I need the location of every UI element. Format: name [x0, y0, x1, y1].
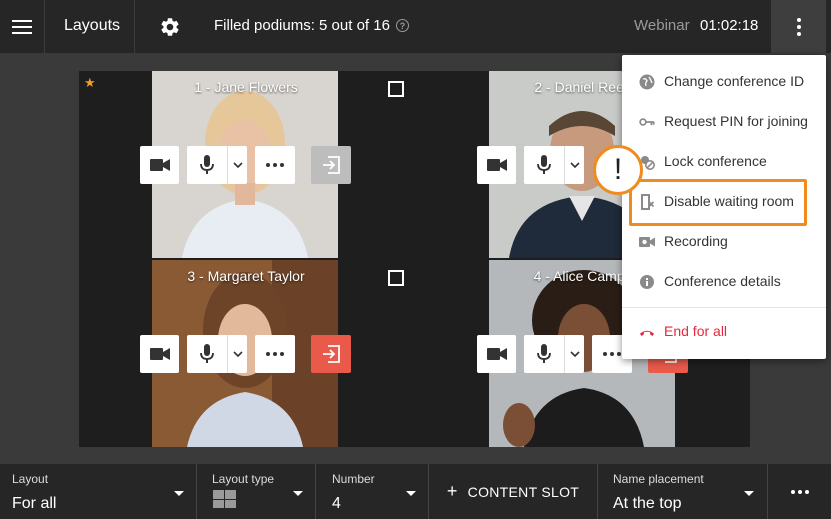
- more-horizontal-icon: [266, 163, 284, 167]
- layout-type-label: Layout type: [212, 472, 275, 486]
- chevron-down-icon[interactable]: [565, 335, 584, 373]
- chevron-down-icon: [174, 491, 184, 496]
- menu-item-label: Recording: [664, 233, 728, 249]
- callout-marker: !: [593, 145, 643, 195]
- chevron-down-icon[interactable]: [228, 146, 247, 184]
- settings-button[interactable]: [156, 13, 184, 41]
- number-label: Number: [332, 472, 375, 486]
- participant-tile-1: ★ 1 - Jane Flowers: [79, 71, 413, 258]
- remove-from-podium-button[interactable]: [311, 146, 351, 184]
- content-slot-button[interactable]: + CONTENT SLOT: [430, 464, 596, 519]
- menu-item-label: Change conference ID: [664, 73, 805, 89]
- chevron-down-icon: [406, 491, 416, 496]
- bottom-bar: Layout For all Layout type Number 4 + CO…: [0, 464, 831, 519]
- menu-item-request-pin[interactable]: Request PIN for joining: [622, 102, 826, 142]
- layout-select[interactable]: Layout For all: [0, 464, 196, 519]
- more-horizontal-icon: [603, 352, 621, 356]
- microphone-icon: [200, 155, 214, 174]
- microphone-button[interactable]: [187, 335, 247, 373]
- select-checkbox[interactable]: [388, 81, 404, 97]
- menu-item-change-conference-id[interactable]: Change conference ID: [622, 62, 826, 102]
- gear-icon: [161, 18, 179, 36]
- layout-grid-icon: [213, 490, 236, 508]
- remove-from-podium-button[interactable]: [311, 335, 351, 373]
- plus-icon: +: [446, 481, 458, 501]
- microphone-button[interactable]: [524, 335, 584, 373]
- microphone-button[interactable]: [524, 146, 584, 184]
- number-select[interactable]: Number 4: [316, 464, 428, 519]
- microphone-icon: [200, 344, 214, 363]
- more-vertical-icon: [796, 17, 801, 22]
- participant-name: 1 - Jane Flowers: [194, 79, 298, 95]
- podiums-status: Filled podiums: 5 out of 16 ?: [214, 17, 409, 34]
- participant-more-button[interactable]: [255, 146, 295, 184]
- help-icon[interactable]: ?: [395, 19, 409, 32]
- video-camera-icon: [486, 159, 507, 171]
- more-horizontal-icon: [266, 352, 284, 356]
- participant-more-button[interactable]: [255, 335, 295, 373]
- bottom-more-button[interactable]: [768, 464, 831, 519]
- menu-divider: [622, 307, 826, 308]
- info-icon: [639, 274, 655, 290]
- number-value: 4: [332, 495, 341, 512]
- name-placement-value: At the top: [613, 495, 682, 512]
- top-bar: Layouts Filled podiums: 5 out of 16 ? We…: [0, 0, 831, 53]
- exit-icon: [323, 345, 340, 363]
- content-slot-label: CONTENT SLOT: [467, 483, 580, 500]
- podiums-text: Filled podiums: 5 out of 16: [214, 17, 390, 34]
- microphone-icon: [537, 344, 551, 363]
- hang-up-icon: [639, 324, 655, 340]
- divider: [44, 0, 45, 53]
- menu-item-recording[interactable]: Recording: [622, 222, 826, 262]
- select-checkbox[interactable]: [388, 270, 404, 286]
- conference-layouts-app: Layouts Filled podiums: 5 out of 16 ? We…: [0, 0, 831, 519]
- video-camera-icon: [486, 348, 507, 360]
- menu-item-lock-conference[interactable]: Lock conference: [622, 142, 826, 182]
- layout-value: For all: [12, 495, 57, 512]
- conference-timer: 01:02:18: [700, 17, 759, 34]
- exit-icon: [323, 156, 340, 174]
- hamburger-menu-button[interactable]: [0, 0, 44, 53]
- name-placement-select[interactable]: Name placement At the top: [598, 464, 767, 519]
- divider: [428, 464, 429, 519]
- webinar-label: Webinar: [634, 17, 690, 34]
- camera-button[interactable]: [477, 146, 516, 184]
- chevron-down-icon[interactable]: [565, 146, 584, 184]
- menu-item-conference-details[interactable]: Conference details: [622, 262, 826, 302]
- camera-button[interactable]: [140, 335, 179, 373]
- key-icon: [639, 114, 655, 130]
- camera-button[interactable]: [477, 335, 516, 373]
- video-camera-icon: [149, 348, 170, 360]
- name-placement-label: Name placement: [613, 472, 704, 486]
- chevron-down-icon[interactable]: [228, 335, 247, 373]
- video-camera-icon: [149, 159, 170, 171]
- page-title: Layouts: [64, 17, 121, 34]
- menu-item-label: End for all: [664, 323, 728, 339]
- divider: [134, 0, 135, 53]
- more-options-button[interactable]: [771, 0, 826, 53]
- microphone-icon: [537, 155, 551, 174]
- participant-name: 3 - Margaret Taylor: [187, 268, 305, 284]
- menu-item-label: Request PIN for joining: [664, 113, 808, 129]
- globe-icon: [639, 74, 655, 90]
- menu-item-label: Lock conference: [664, 153, 767, 169]
- menu-item-label: Conference details: [664, 273, 781, 289]
- layout-label: Layout: [12, 472, 49, 486]
- menu-item-end-for-all[interactable]: End for all: [622, 312, 826, 352]
- hamburger-icon: [12, 19, 32, 34]
- video-record-icon: [639, 234, 655, 250]
- microphone-button[interactable]: [187, 146, 247, 184]
- highlight-frame: [629, 179, 807, 226]
- more-horizontal-icon: [790, 489, 795, 494]
- chevron-down-icon: [293, 491, 303, 496]
- camera-button[interactable]: [140, 146, 179, 184]
- chevron-down-icon: [744, 491, 754, 496]
- participant-tile-3: 3 - Margaret Taylor: [79, 260, 413, 447]
